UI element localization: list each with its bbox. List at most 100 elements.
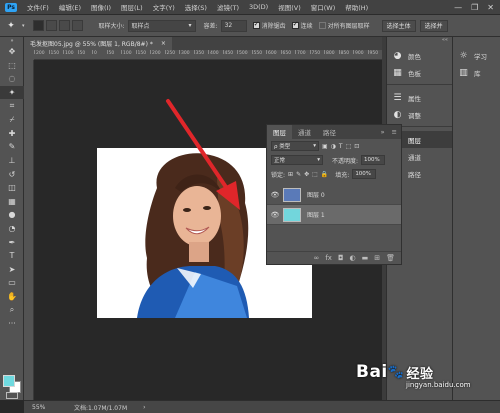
menu-image[interactable]: 图像(I): [86, 2, 116, 12]
close-tab-icon[interactable]: ×: [161, 40, 166, 47]
visibility-eye-icon[interactable]: 👁: [267, 211, 283, 219]
hand-tool-icon[interactable]: ✋: [0, 290, 24, 304]
intersect-selection-icon[interactable]: [71, 20, 83, 31]
menu-select[interactable]: 选择(S): [180, 2, 212, 12]
tab-layers[interactable]: 图层: [267, 125, 292, 139]
layer-name[interactable]: 图层 0: [307, 190, 325, 199]
opacity-input[interactable]: 100%: [361, 155, 386, 165]
panel-properties[interactable]: ☰ 属性: [387, 89, 452, 106]
panel-swatches[interactable]: ▦ 色板: [387, 64, 452, 81]
more-tools-icon[interactable]: ···: [0, 317, 24, 331]
toolbox-collapse-icon[interactable]: »: [0, 37, 24, 45]
adjustment-layer-icon[interactable]: ◐: [350, 254, 356, 262]
foreground-color-swatch[interactable]: [3, 375, 15, 387]
menu-help[interactable]: 帮助(H): [340, 2, 373, 12]
link-layers-icon[interactable]: ∞: [314, 254, 320, 262]
add-selection-icon[interactable]: [45, 20, 57, 31]
panel-adjustments[interactable]: ◐ 调整: [387, 106, 452, 123]
contiguous-checkbox[interactable]: [291, 20, 299, 29]
lock-all-icon[interactable]: 🔒: [321, 171, 328, 178]
tab-paths[interactable]: 路径: [317, 125, 342, 139]
subtract-selection-icon[interactable]: [58, 20, 70, 31]
filter-shape-icon[interactable]: ⬚: [346, 143, 352, 150]
layer-name[interactable]: 图层 1: [307, 210, 325, 219]
close-window-button[interactable]: ✕: [487, 3, 494, 12]
magic-wand-icon[interactable]: ✦: [0, 21, 22, 31]
tool-preset-dropdown-icon[interactable]: ▾: [22, 23, 25, 29]
maximize-button[interactable]: ❐: [471, 3, 478, 12]
pen-tool-icon[interactable]: ✒: [0, 235, 24, 249]
layer-thumbnail: [283, 187, 301, 202]
lock-image-icon[interactable]: ✎: [296, 171, 301, 178]
history-brush-tool-icon[interactable]: ↺: [0, 167, 24, 181]
panel-menu-icon[interactable]: ≡: [388, 128, 401, 139]
filter-adjustment-icon[interactable]: ◑: [331, 143, 336, 150]
layer-filter-row: ρ 类型 ▾ ▣ ◑ T ⬚ ⊡: [267, 139, 401, 153]
dodge-tool-icon[interactable]: ◔: [0, 222, 24, 236]
layer-row-0[interactable]: 👁 图层 0: [267, 185, 401, 205]
filter-pixel-icon[interactable]: ▣: [322, 143, 328, 150]
select-and-mask-button[interactable]: 选择并: [419, 19, 448, 32]
move-tool-icon[interactable]: ✥: [0, 45, 24, 59]
filter-smartobject-icon[interactable]: ⊡: [354, 143, 359, 150]
document-tab[interactable]: 毛发抠图05.jpg @ 55% (图层 1, RGB/8#) * ×: [24, 37, 172, 50]
new-layer-icon[interactable]: ⊞: [374, 254, 380, 262]
clone-stamp-tool-icon[interactable]: ⊥: [0, 154, 24, 168]
blend-mode-select[interactable]: 正常 ▾: [271, 155, 323, 165]
menu-view[interactable]: 视图(V): [273, 2, 306, 12]
lock-artboard-icon[interactable]: ⬚: [312, 171, 318, 178]
horizontal-ruler[interactable]: 200 150 100 50 0 50 100 150 200 250 300 350 400 450 50…: [34, 50, 382, 60]
zoom-tool-icon[interactable]: ⌕: [0, 303, 24, 317]
new-selection-icon[interactable]: [32, 20, 44, 31]
minimize-button[interactable]: —: [454, 3, 462, 12]
blend-row: 正常 ▾ 不透明度: 100%: [267, 153, 401, 167]
panel-color[interactable]: ◕ 颜色: [387, 47, 452, 64]
status-menu-arrow-icon[interactable]: ›: [143, 404, 145, 411]
quick-mask-icon[interactable]: [6, 392, 18, 399]
panel-learn[interactable]: ☼ 学习: [453, 47, 500, 64]
healing-brush-tool-icon[interactable]: ✚: [0, 127, 24, 141]
marquee-tool-icon[interactable]: ⬚: [0, 59, 24, 73]
layer-style-icon[interactable]: fx: [325, 254, 332, 262]
vertical-ruler[interactable]: [24, 60, 34, 400]
lock-transparent-icon[interactable]: ⊞: [288, 171, 293, 178]
type-tool-icon[interactable]: T: [0, 249, 24, 263]
eyedropper-tool-icon[interactable]: ⌿: [0, 113, 24, 127]
menu-type[interactable]: 文字(Y): [148, 2, 180, 12]
gradient-tool-icon[interactable]: ▦: [0, 195, 24, 209]
brush-tool-icon[interactable]: ✎: [0, 140, 24, 154]
tolerance-input[interactable]: 32: [220, 19, 247, 32]
blur-tool-icon[interactable]: ●: [0, 208, 24, 222]
fill-input[interactable]: 100%: [352, 169, 377, 179]
filter-type-icon[interactable]: T: [339, 143, 343, 150]
visibility-eye-icon[interactable]: 👁: [267, 191, 283, 199]
menu-layer[interactable]: 图层(L): [116, 2, 148, 12]
sample-all-layers-checkbox[interactable]: [318, 22, 326, 29]
add-mask-icon[interactable]: ◘: [338, 254, 344, 262]
rectangle-tool-icon[interactable]: ▭: [0, 276, 24, 290]
delete-layer-icon[interactable]: 🗑: [386, 254, 395, 262]
menu-file[interactable]: 文件(F): [22, 2, 54, 12]
menu-3d[interactable]: 3D(D): [244, 3, 273, 11]
photoshop-logo[interactable]: Ps: [0, 0, 22, 15]
layer-row-1[interactable]: 👁 图层 1: [267, 205, 401, 225]
tab-channels[interactable]: 通道: [292, 125, 317, 139]
magic-wand-tool-icon[interactable]: ✦: [0, 85, 24, 100]
zoom-level[interactable]: 55%: [24, 404, 62, 411]
menu-edit[interactable]: 编辑(E): [54, 2, 86, 12]
anti-alias-checkbox[interactable]: [252, 20, 260, 29]
lasso-tool-icon[interactable]: ◌: [0, 72, 24, 86]
layer-filter-select[interactable]: ρ 类型 ▾: [271, 141, 319, 151]
group-icon[interactable]: ▬: [362, 254, 369, 262]
lock-position-icon[interactable]: ✥: [304, 171, 309, 178]
menu-filter[interactable]: 滤镜(T): [212, 2, 244, 12]
collapse-panels-icon[interactable]: ««: [387, 37, 452, 47]
crop-tool-icon[interactable]: ⌗: [0, 99, 24, 113]
menu-window[interactable]: 窗口(W): [306, 2, 341, 12]
collapse-panel-icon[interactable]: »: [378, 128, 388, 139]
sample-size-select[interactable]: 取样点 ▾: [127, 19, 196, 32]
path-selection-tool-icon[interactable]: ➤: [0, 263, 24, 277]
panel-libraries[interactable]: ▥ 库: [453, 64, 500, 81]
eraser-tool-icon[interactable]: ◫: [0, 181, 24, 195]
select-subject-button[interactable]: 选择主体: [381, 19, 416, 32]
